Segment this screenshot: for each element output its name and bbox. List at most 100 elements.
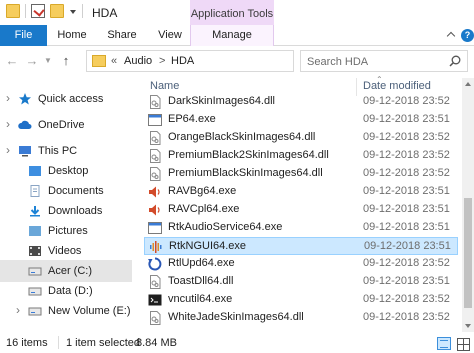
search-input[interactable]: [307, 54, 447, 69]
file-name: WhiteJadeSkinImages64.dll: [168, 311, 304, 323]
scroll-down-icon[interactable]: [462, 320, 474, 332]
file-row[interactable]: RtkNGUI64.exe 09-12-2018 23:51: [144, 237, 458, 255]
file-date-modified: 09-12-2018 23:52: [363, 257, 450, 269]
tab-home[interactable]: Home: [50, 25, 94, 46]
large-icons-view-icon[interactable]: [456, 337, 470, 351]
dll-icon: [148, 149, 162, 163]
breadcrumb-overflow[interactable]: «: [111, 55, 117, 67]
sidebar-item-computer[interactable]: › This PC: [0, 140, 132, 162]
tab-file[interactable]: File: [0, 25, 47, 46]
column-name-header[interactable]: Name: [150, 80, 179, 92]
file-row[interactable]: ToastDll64.dll 09-12-2018 23:51: [144, 273, 458, 291]
drive-e-icon: [28, 305, 42, 317]
sidebar-item-drive-e[interactable]: › New Volume (E:): [0, 300, 132, 322]
search-icon[interactable]: [449, 55, 461, 67]
file-date-modified: 09-12-2018 23:51: [363, 185, 450, 197]
file-date-modified: 09-12-2018 23:52: [363, 293, 450, 305]
file-row[interactable]: WhiteJadeSkinImages64.dll 09-12-2018 23:5…: [144, 309, 458, 327]
address-bar[interactable]: « Audio > HDA: [86, 50, 294, 72]
file-date-modified: 09-12-2018 23:52: [363, 149, 450, 161]
sidebar-item-label: Quick access: [38, 93, 104, 105]
item-count: 16 items: [6, 337, 48, 349]
breadcrumb-audio[interactable]: Audio: [124, 55, 152, 67]
sidebar-item-videos-folder[interactable]: Videos: [0, 240, 132, 262]
update-icon: [148, 257, 162, 271]
qat-customize-icon[interactable]: [69, 5, 77, 17]
navigation-pane: › Quick access › OneDrive › This PC Desktop Doc…: [0, 84, 132, 332]
sidebar-item-label: This PC: [38, 145, 78, 157]
sidebar-item-downloads-folder[interactable]: Downloads: [0, 200, 132, 222]
sidebar-item-drive-c[interactable]: Acer (C:): [0, 260, 132, 282]
tab-share[interactable]: Share: [100, 25, 144, 46]
folder-icon[interactable]: [6, 4, 20, 18]
expand-chevron-icon[interactable]: ›: [6, 91, 10, 105]
file-row[interactable]: vncutil64.exe 09-12-2018 23:52: [144, 291, 458, 309]
sidebar-item-cloud[interactable]: › OneDrive: [0, 114, 132, 136]
speaker-icon: [148, 185, 162, 199]
file-row[interactable]: EP64.exe 09-12-2018 23:51: [144, 111, 458, 129]
file-row[interactable]: PremiumBlackSkinImages64.dll 09-12-2018 2…: [144, 165, 458, 183]
sidebar-item-drive-d[interactable]: Data (D:): [0, 280, 132, 302]
sidebar-item-label: Videos: [48, 245, 82, 257]
sidebar-item-desktop-folder[interactable]: Desktop: [0, 160, 132, 182]
qat-separator: [82, 4, 83, 18]
column-date-header[interactable]: Date modified: [363, 80, 431, 92]
pictures-folder-icon: [28, 225, 42, 237]
vertical-scrollbar[interactable]: [462, 78, 474, 332]
scroll-up-icon[interactable]: [462, 78, 474, 90]
address-row: ← → ▼ ↑ « Audio > HDA: [0, 46, 474, 76]
sidebar-item-label: Acer (C:): [48, 265, 92, 277]
status-separator: [58, 336, 59, 349]
file-row[interactable]: PremiumBlack2SkinImages64.dll 09-12-2018 …: [144, 147, 458, 165]
console-icon: [148, 293, 162, 307]
file-name: ToastDll64.dll: [168, 275, 234, 287]
scrollbar-thumb[interactable]: [464, 198, 472, 308]
breadcrumb-hda[interactable]: HDA: [171, 55, 194, 67]
file-name: RtkAudioService64.exe: [168, 221, 283, 233]
up-arrow-icon[interactable]: ↑: [58, 53, 74, 69]
file-name: RAVBg64.exe: [168, 185, 237, 197]
file-row[interactable]: RAVCpl64.exe 09-12-2018 23:51: [144, 201, 458, 219]
exe-icon: [148, 221, 162, 235]
dll-icon: [148, 95, 162, 109]
file-row[interactable]: RtkAudioService64.exe 09-12-2018 23:51: [144, 219, 458, 237]
documents-folder-icon: [28, 185, 42, 197]
file-row[interactable]: RtlUpd64.exe 09-12-2018 23:52: [144, 255, 458, 273]
search-box[interactable]: [300, 50, 468, 72]
videos-folder-icon: [28, 245, 42, 257]
expand-chevron-icon[interactable]: ›: [6, 117, 10, 131]
file-name: PremiumBlackSkinImages64.dll: [168, 167, 323, 179]
expand-chevron-icon[interactable]: ›: [16, 303, 20, 317]
file-date-modified: 09-12-2018 23:52: [363, 95, 450, 107]
new-folder-icon[interactable]: [50, 4, 64, 18]
sidebar-item-documents-folder[interactable]: Documents: [0, 180, 132, 202]
help-icon[interactable]: ?: [461, 29, 474, 42]
sidebar-item-label: Pictures: [48, 225, 88, 237]
tab-manage[interactable]: Manage: [190, 25, 274, 46]
recent-locations-icon[interactable]: ▼: [43, 53, 53, 69]
forward-arrow-icon[interactable]: →: [24, 53, 40, 69]
file-name: RtkNGUI64.exe: [169, 240, 247, 252]
file-date-modified: 09-12-2018 23:51: [363, 221, 450, 233]
file-row[interactable]: RAVBg64.exe 09-12-2018 23:51: [144, 183, 458, 201]
expand-chevron-icon[interactable]: ›: [6, 143, 10, 157]
speaker-icon: [148, 203, 162, 217]
quick-access-toolbar: [6, 4, 83, 18]
sidebar-item-pictures-folder[interactable]: Pictures: [0, 220, 132, 242]
sidebar-item-label: Documents: [48, 185, 104, 197]
expand-ribbon-icon[interactable]: [447, 30, 457, 40]
sidebar-item-label: Downloads: [48, 205, 103, 217]
file-date-modified: 09-12-2018 23:52: [363, 311, 450, 323]
properties-icon[interactable]: [31, 4, 45, 18]
breadcrumb-separator[interactable]: >: [159, 55, 165, 67]
file-row[interactable]: DarkSkinImages64.dll 09-12-2018 23:52: [144, 93, 458, 111]
file-row[interactable]: OrangeBlackSkinImages64.dll 09-12-2018 23…: [144, 129, 458, 147]
sidebar-item-star[interactable]: › Quick access: [0, 88, 132, 110]
details-view-icon[interactable]: [437, 337, 451, 350]
file-name: RtlUpd64.exe: [168, 257, 235, 269]
status-bar: 16 items 1 item selected 8.84 MB: [0, 334, 474, 353]
file-name: OrangeBlackSkinImages64.dll: [168, 131, 316, 143]
back-arrow-icon[interactable]: ←: [4, 53, 20, 69]
drive-c-icon: [28, 265, 42, 277]
tab-view[interactable]: View: [150, 25, 190, 46]
